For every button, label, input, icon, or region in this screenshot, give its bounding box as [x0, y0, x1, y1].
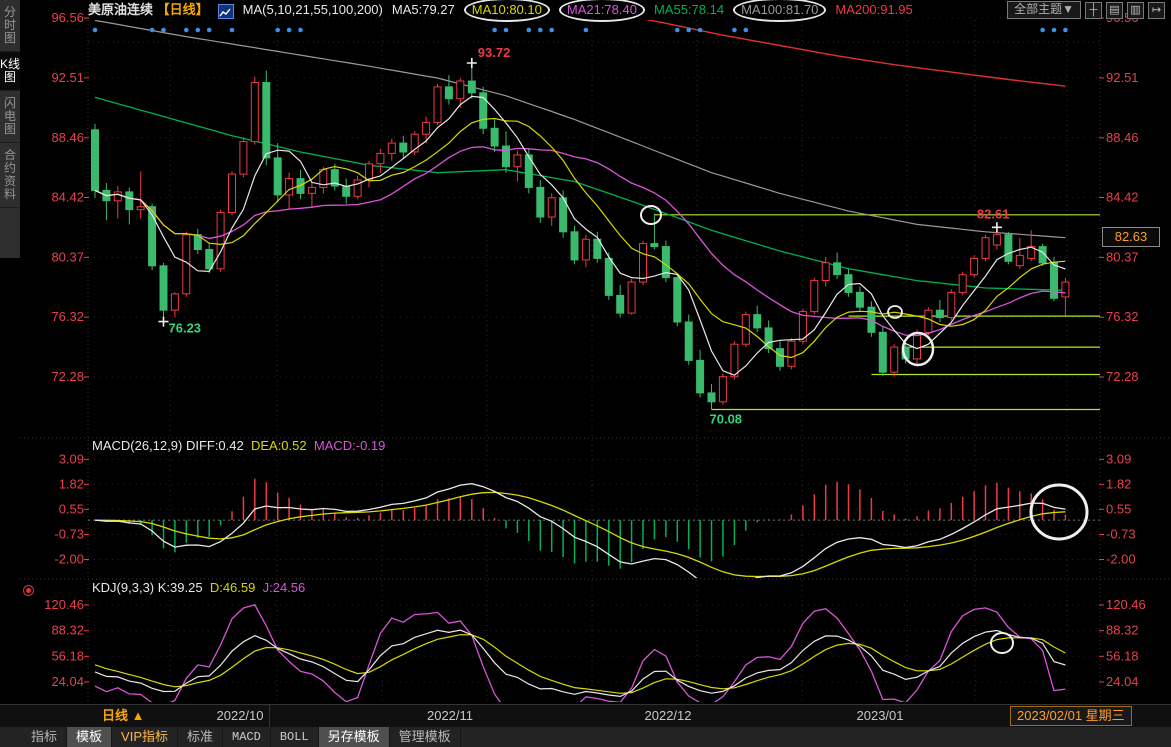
tab-standard[interactable]: 标准 [178, 727, 223, 747]
svg-text:93.72: 93.72 [478, 45, 511, 60]
svg-text:56.18: 56.18 [1106, 648, 1139, 663]
svg-text:-0.73: -0.73 [54, 527, 84, 542]
svg-text:76.32: 76.32 [51, 309, 84, 324]
svg-text:82.61: 82.61 [977, 206, 1010, 221]
chart-canvas[interactable]: 96.5696.5692.5192.5188.4688.4684.4284.42… [0, 0, 1171, 747]
symbol-name: 美原油连续 [88, 2, 153, 17]
date-label: 2023/01 [857, 705, 904, 727]
macd-title: MACD(26,12,9) [92, 438, 182, 453]
kdj-j-value: J:24.56 [263, 580, 306, 595]
last-price-badge: 82.63 [1102, 227, 1160, 247]
svg-text:120.46: 120.46 [1106, 597, 1146, 612]
crosshair-icon[interactable]: ┼ [1085, 2, 1102, 19]
sidebar-item-flash[interactable]: 闪电图 [0, 91, 20, 143]
tab-indicators[interactable]: 指标 [22, 727, 67, 747]
scale-down-icon[interactable]: ▥ [1127, 2, 1144, 19]
date-label: 2022/12 [645, 705, 692, 727]
svg-text:0.55: 0.55 [59, 501, 84, 516]
tab-vip-indicators[interactable]: VIP指标 [112, 727, 178, 747]
kdj-title: KDJ(9,3,3) [92, 580, 154, 595]
current-date-badge: 2023/02/01 星期三 [1010, 706, 1132, 726]
svg-text:92.51: 92.51 [1106, 70, 1139, 85]
tab-macd[interactable]: MACD [223, 727, 271, 747]
svg-text:96.56: 96.56 [51, 10, 84, 25]
macd-pane-header: MACD(26,12,9) DIFF:0.42 DEA:0.52 MACD:-0… [92, 438, 385, 453]
tab-save-template[interactable]: 另存模板 [319, 727, 390, 747]
svg-text:76.23: 76.23 [169, 321, 202, 336]
svg-text:88.46: 88.46 [51, 130, 84, 145]
tab-manage-template[interactable]: 管理模板 [390, 727, 461, 747]
trading-app-window: 96.5696.5692.5192.5188.4688.4684.4284.42… [0, 0, 1171, 747]
svg-text:84.42: 84.42 [1106, 190, 1139, 205]
bottom-toolbar: 指标 模板 VIP指标 标准 MACD BOLL 另存模板 管理模板 [0, 727, 1171, 747]
ma10-value: MA10:80.10 [464, 0, 550, 22]
kdj-k-value: K:39.25 [158, 580, 203, 595]
ma5-value: MA5:79.27 [392, 0, 455, 20]
svg-text:0.55: 0.55 [1106, 501, 1131, 516]
sidebar-item-contract-info[interactable]: 合约资料 [0, 143, 20, 208]
svg-text:88.46: 88.46 [1106, 130, 1139, 145]
period-arrow-icon: ▲ [132, 708, 145, 723]
svg-text:120.46: 120.46 [44, 597, 84, 612]
svg-text:72.28: 72.28 [51, 369, 84, 384]
svg-text:24.04: 24.04 [1106, 674, 1139, 689]
macd-bar-value: MACD:-0.19 [314, 438, 386, 453]
svg-text:70.08: 70.08 [710, 412, 743, 427]
tab-boll[interactable]: BOLL [271, 727, 319, 747]
svg-text:-0.73: -0.73 [1106, 527, 1136, 542]
period-tag: 【日线】 [157, 2, 209, 17]
sidebar-item-kline[interactable]: K线图 [0, 52, 20, 91]
svg-text:3.09: 3.09 [59, 451, 84, 466]
svg-text:88.32: 88.32 [1106, 623, 1139, 638]
date-axis: 日线 ▲ 2022/10 2022/11 2022/12 2023/01 202… [0, 704, 1171, 727]
macd-diff-value: DIFF:0.42 [186, 438, 244, 453]
chart-header: 美原油连续 【日线】 MA(5,10,21,55,100,200) MA5:79… [88, 0, 913, 20]
svg-text:-2.00: -2.00 [54, 552, 84, 567]
ma-group-label: MA(5,10,21,55,100,200) [243, 0, 383, 20]
svg-text:3.09: 3.09 [1106, 451, 1131, 466]
theme-dropdown-button[interactable]: 全部主题▼ [1007, 1, 1081, 19]
svg-text:1.82: 1.82 [59, 476, 84, 491]
svg-text:76.32: 76.32 [1106, 309, 1139, 324]
date-label: 2022/10 [217, 705, 264, 727]
svg-text:1.82: 1.82 [1106, 476, 1131, 491]
svg-text:92.51: 92.51 [51, 70, 84, 85]
svg-text:80.37: 80.37 [1106, 249, 1139, 264]
sidebar: 分时图 K线图 闪电图 合约资料 [0, 0, 20, 258]
svg-text:80.37: 80.37 [51, 249, 84, 264]
kdj-pane-header: KDJ(9,3,3) K:39.25 D:46.59 J:24.56 [92, 580, 305, 595]
period-label: 日线 [102, 708, 128, 723]
sidebar-item-timeshare[interactable]: 分时图 [0, 0, 20, 52]
ma100-value: MA100:81.70 [733, 0, 826, 22]
alert-dot-icon [23, 585, 34, 596]
ma21-value: MA21:78.40 [559, 0, 645, 22]
tab-template[interactable]: 模板 [67, 727, 112, 747]
macd-dea-value: DEA:0.52 [251, 438, 307, 453]
kdj-d-value: D:46.59 [210, 580, 256, 595]
header-toolbar: 全部主题▼ ┼ ▤ ▥ ↦ [1007, 1, 1165, 19]
ma55-value: MA55:78.14 [654, 0, 724, 20]
scale-up-icon[interactable]: ▤ [1106, 2, 1123, 19]
svg-text:88.32: 88.32 [51, 623, 84, 638]
svg-text:84.42: 84.42 [51, 190, 84, 205]
ma200-value: MA200:91.95 [835, 0, 912, 20]
svg-text:72.28: 72.28 [1106, 369, 1139, 384]
svg-text:-2.00: -2.00 [1106, 552, 1136, 567]
svg-text:56.18: 56.18 [51, 648, 84, 663]
svg-text:24.04: 24.04 [51, 674, 84, 689]
pane-exit-icon[interactable]: ↦ [1148, 2, 1165, 19]
date-label: 2022/11 [427, 705, 473, 727]
kline-chart-icon [218, 4, 234, 19]
